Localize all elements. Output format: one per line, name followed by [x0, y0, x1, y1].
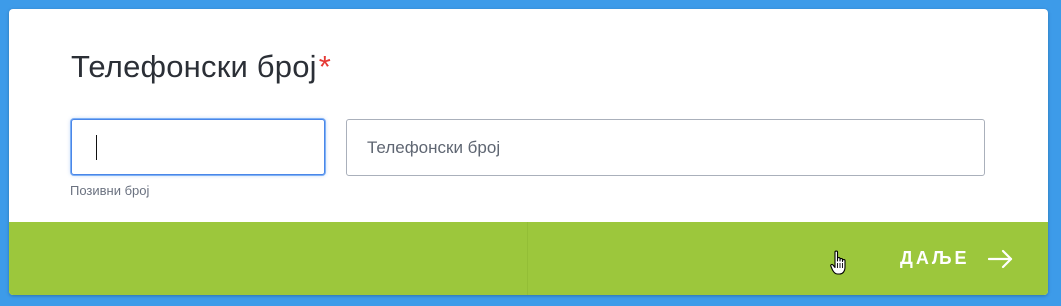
hand-pointer-cursor-icon — [830, 250, 846, 275]
phone-number-placeholder: Телефонски број — [367, 138, 501, 157]
field-title: Телефонски број — [71, 49, 317, 84]
footer-divider — [527, 222, 528, 295]
required-mark: * — [318, 49, 331, 84]
field-heading: Телефонски број* — [71, 49, 331, 85]
arrow-right-icon — [988, 249, 1013, 269]
text-caret — [96, 135, 97, 160]
form-footer: ДАЉЕ — [9, 222, 1048, 295]
country-code-input[interactable] — [71, 119, 325, 175]
next-button-label: ДАЉЕ — [900, 248, 970, 268]
next-button[interactable]: ДАЉЕ — [878, 222, 1048, 295]
phone-number-input[interactable]: Телефонски број — [346, 119, 985, 176]
form-card: Телефонски број* Позивни број Телефонски… — [9, 9, 1048, 295]
country-code-hint: Позивни број — [70, 183, 150, 198]
